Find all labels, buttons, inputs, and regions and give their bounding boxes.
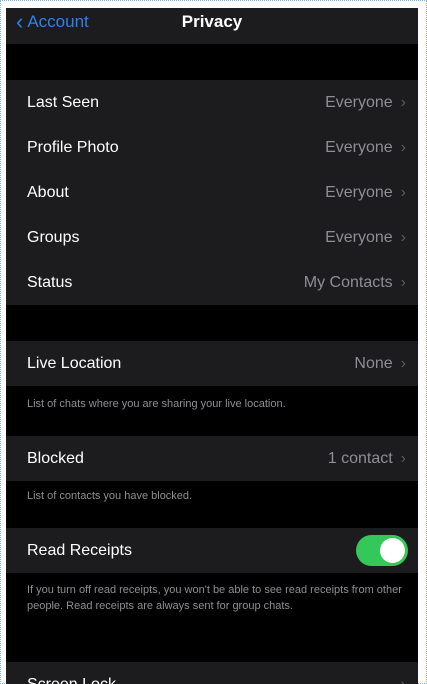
row-label: Blocked — [27, 449, 84, 467]
chevron-right-icon: › — [400, 675, 406, 684]
read-receipts-toggle[interactable] — [356, 535, 408, 566]
chevron-right-icon: › — [400, 228, 406, 246]
page-title: Privacy — [181, 12, 243, 31]
row-label: Groups — [27, 228, 80, 246]
row-last-seen[interactable]: Last Seen Everyone › — [6, 80, 418, 125]
row-blocked[interactable]: Blocked 1 contact › — [6, 436, 418, 481]
chevron-right-icon: › — [400, 273, 406, 291]
toggle-knob — [380, 538, 405, 563]
row-value: Everyone — [325, 183, 393, 201]
live-location-footer: List of chats where you are sharing your… — [27, 398, 286, 410]
row-label: Profile Photo — [27, 138, 119, 156]
chevron-right-icon: › — [400, 183, 406, 201]
row-label: Status — [27, 273, 73, 291]
chevron-right-icon: › — [400, 354, 406, 372]
row-groups[interactable]: Groups Everyone › — [6, 215, 418, 260]
row-value: My Contacts — [303, 273, 393, 291]
row-label: Read Receipts — [27, 541, 132, 559]
row-label: About — [27, 183, 69, 201]
row-value: Everyone — [325, 93, 393, 111]
privacy-screen: ‹ Account Privacy Last Seen Everyone › P… — [6, 8, 418, 684]
chevron-right-icon: › — [400, 138, 406, 156]
row-screen-lock[interactable]: Screen Lock › — [6, 662, 418, 684]
blocked-footer: List of contacts you have blocked. — [27, 490, 193, 502]
row-profile-photo[interactable]: Profile Photo Everyone › — [6, 125, 418, 170]
row-status[interactable]: Status My Contacts › — [6, 260, 418, 305]
chevron-right-icon: › — [400, 449, 406, 467]
row-label: Live Location — [27, 354, 122, 372]
row-value: 1 contact — [327, 449, 393, 467]
row-value: None — [354, 354, 393, 372]
row-label: Last Seen — [27, 93, 100, 111]
read-receipts-footer: If you turn off read receipts, you won't… — [27, 584, 402, 612]
row-label: Screen Lock — [27, 675, 116, 684]
row-about[interactable]: About Everyone › — [6, 170, 418, 215]
nav-bar: ‹ Account Privacy — [6, 8, 418, 44]
row-live-location[interactable]: Live Location None › — [6, 341, 418, 386]
row-read-receipts: Read Receipts — [6, 528, 418, 573]
row-value: Everyone — [325, 138, 393, 156]
row-value: Everyone — [325, 228, 393, 246]
chevron-right-icon: › — [400, 93, 406, 111]
